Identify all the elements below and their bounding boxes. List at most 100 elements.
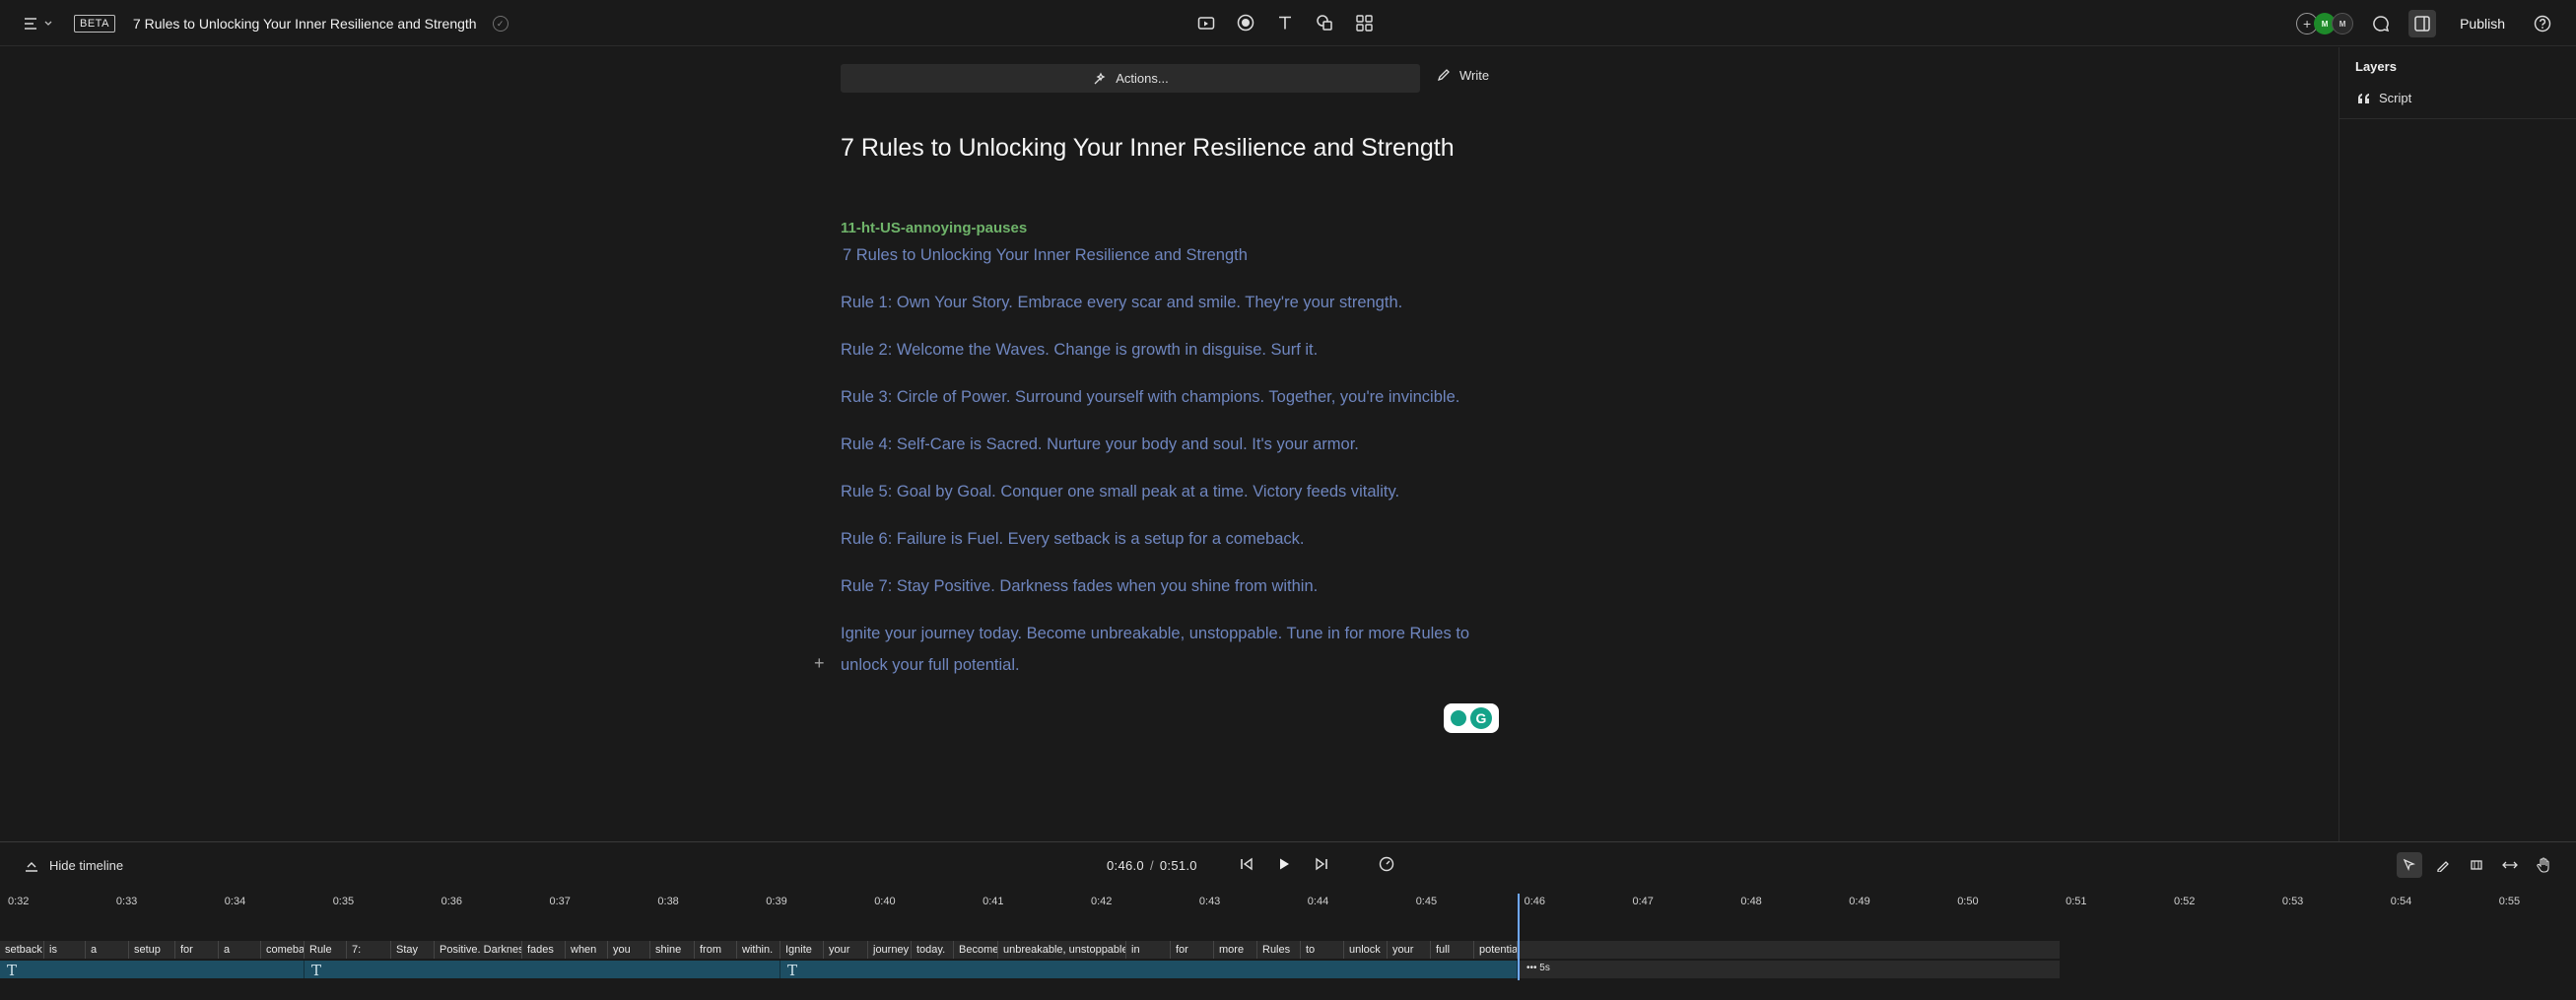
script-line[interactable]: Ignite your journey today. Become unbrea… (841, 625, 1469, 643)
transcript-word[interactable]: more (1214, 941, 1257, 959)
transcript-word[interactable]: within. (737, 941, 780, 959)
main-menu-button[interactable] (24, 17, 52, 31)
edit-tool-button[interactable] (2430, 852, 2456, 878)
script-clip[interactable]: T (780, 961, 1518, 979)
ruler-tick: 0:52 (2174, 896, 2196, 907)
script-title[interactable]: 7 Rules to Unlocking Your Inner Resilien… (841, 134, 1455, 163)
transcript-word[interactable]: a (219, 941, 261, 959)
transcript-word[interactable]: a (86, 941, 129, 959)
transcript-word[interactable]: today. (912, 941, 954, 959)
transcript-word[interactable]: Stay (391, 941, 435, 959)
record-icon (1237, 14, 1254, 32)
timeline: Hide timeline 0:46.0/0:51.0 0:32 0:33 0:… (0, 841, 2576, 1000)
elements-grid-button[interactable] (1354, 12, 1374, 33)
text-icon (1279, 16, 1291, 30)
transcript-word[interactable]: setup (129, 941, 175, 959)
script-line[interactable]: Rule 6: Failure is Fuel. Every setback i… (841, 530, 1304, 549)
script-clip-track[interactable]: T T T (0, 961, 2060, 979)
script-line[interactable]: Rule 4: Self-Care is Sacred. Nurture you… (841, 435, 1359, 454)
transcript-word[interactable]: for (175, 941, 219, 959)
transcript-word[interactable]: 7: (347, 941, 391, 959)
time-separator: / (1149, 858, 1154, 873)
avatar[interactable]: M (2332, 13, 2354, 34)
script-line[interactable]: Rule 2: Welcome the Waves. Change is gro… (841, 341, 1318, 360)
ruler-tick: 0:40 (874, 896, 896, 907)
transcript-word[interactable]: Positive. Darkness (435, 941, 522, 959)
chevron-down-icon (44, 21, 52, 26)
media-folder-icon (1197, 17, 1215, 30)
transcript-word[interactable]: your (1388, 941, 1431, 959)
transcript-word[interactable]: you (608, 941, 650, 959)
transcript-word[interactable]: journey (868, 941, 912, 959)
script-line[interactable]: Rule 5: Goal by Goal. Conquer one small … (841, 483, 1399, 501)
transcript-word[interactable]: Rule (305, 941, 347, 959)
beta-badge: BETA (74, 15, 115, 33)
grammarly-widget[interactable]: G (1444, 703, 1499, 733)
menu-icon (25, 18, 36, 30)
transcript-word[interactable]: fades (522, 941, 566, 959)
transcript-word[interactable]: comeback. (261, 941, 305, 959)
transcript-word[interactable]: to (1301, 941, 1344, 959)
transcript-word[interactable]: potential. (1474, 941, 1518, 959)
transcript-word[interactable]: Become (954, 941, 998, 959)
actions-button[interactable]: Actions... (841, 64, 1420, 93)
text-icon: T (7, 962, 18, 979)
script-line[interactable]: 7 Rules to Unlocking Your Inner Resilien… (843, 246, 1248, 265)
publish-button[interactable]: Publish (2460, 16, 2505, 32)
layer-item-script[interactable]: Script (2357, 91, 2411, 105)
add-text-button[interactable] (1275, 12, 1295, 33)
script-line[interactable]: unlock your full potential. (841, 656, 1020, 675)
transcript-word[interactable]: Ignite (780, 941, 824, 959)
script-clip[interactable]: T (0, 961, 305, 979)
ruler-tick: 0:48 (1740, 896, 1762, 907)
skip-back-button[interactable] (1238, 855, 1255, 873)
transcript-word[interactable]: setback (0, 941, 44, 959)
add-shape-button[interactable] (1315, 12, 1334, 33)
ruler-tick: 0:37 (549, 896, 571, 907)
transcript-word[interactable]: from (695, 941, 737, 959)
select-tool-button[interactable] (2397, 852, 2422, 878)
help-button[interactable] (2529, 10, 2556, 37)
lightbulb-icon (1451, 710, 1466, 726)
write-button[interactable]: Write (1436, 67, 1489, 83)
add-block-button[interactable]: + (814, 653, 825, 674)
total-time: 0:51.0 (1159, 858, 1197, 873)
transcript-word[interactable]: when (566, 941, 608, 959)
transcript-word[interactable]: full (1431, 941, 1474, 959)
script-clip[interactable]: T (305, 961, 780, 979)
top-bar-left: BETA 7 Rules to Unlocking Your Inner Res… (24, 12, 508, 35)
hide-timeline-button[interactable]: Hide timeline (24, 858, 123, 873)
transcript-word[interactable]: in (1126, 941, 1171, 959)
ruler-tick: 0:32 (8, 896, 30, 907)
document-title[interactable]: 7 Rules to Unlocking Your Inner Resilien… (133, 16, 477, 32)
comments-button[interactable] (2367, 10, 2395, 37)
playback-speed-button[interactable] (1378, 855, 1395, 873)
speaker-label[interactable]: 11-ht-US-annoying-pauses (841, 220, 1027, 236)
script-line[interactable]: Rule 7: Stay Positive. Darkness fades wh… (841, 577, 1318, 596)
play-button[interactable] (1275, 855, 1293, 873)
transcript-word[interactable]: shine (650, 941, 695, 959)
script-line[interactable]: Rule 3: Circle of Power. Surround yourse… (841, 388, 1459, 407)
text-icon: T (787, 962, 798, 979)
trim-tool-button[interactable] (2464, 852, 2489, 878)
transcript-word[interactable]: your (824, 941, 868, 959)
ruler-tick: 0:50 (1957, 896, 1979, 907)
skip-forward-button[interactable] (1313, 855, 1330, 873)
pan-tool-button[interactable] (2531, 852, 2556, 878)
transcript-word-track[interactable]: setbackisasetupforacomeback.Rule7:StayPo… (0, 941, 2060, 959)
transcript-word[interactable]: is (44, 941, 86, 959)
playhead[interactable] (1518, 894, 1520, 980)
transcript-word[interactable]: for (1171, 941, 1214, 959)
record-button[interactable] (1236, 12, 1255, 33)
add-media-button[interactable] (1196, 12, 1216, 33)
transcript-word[interactable]: Rules (1257, 941, 1301, 959)
ruler-tick: 0:36 (441, 896, 463, 907)
transcript-word[interactable]: unbreakable, unstoppable. (998, 941, 1126, 959)
ruler-tick: 0:47 (1632, 896, 1654, 907)
fit-width-button[interactable] (2497, 852, 2523, 878)
transcript-word[interactable]: unlock (1344, 941, 1388, 959)
toggle-panel-button[interactable] (2408, 10, 2437, 37)
ruler-tick: 0:49 (1849, 896, 1870, 907)
script-line[interactable]: Rule 1: Own Your Story. Embrace every sc… (841, 294, 1402, 312)
insert-toolbar (1196, 12, 1374, 33)
